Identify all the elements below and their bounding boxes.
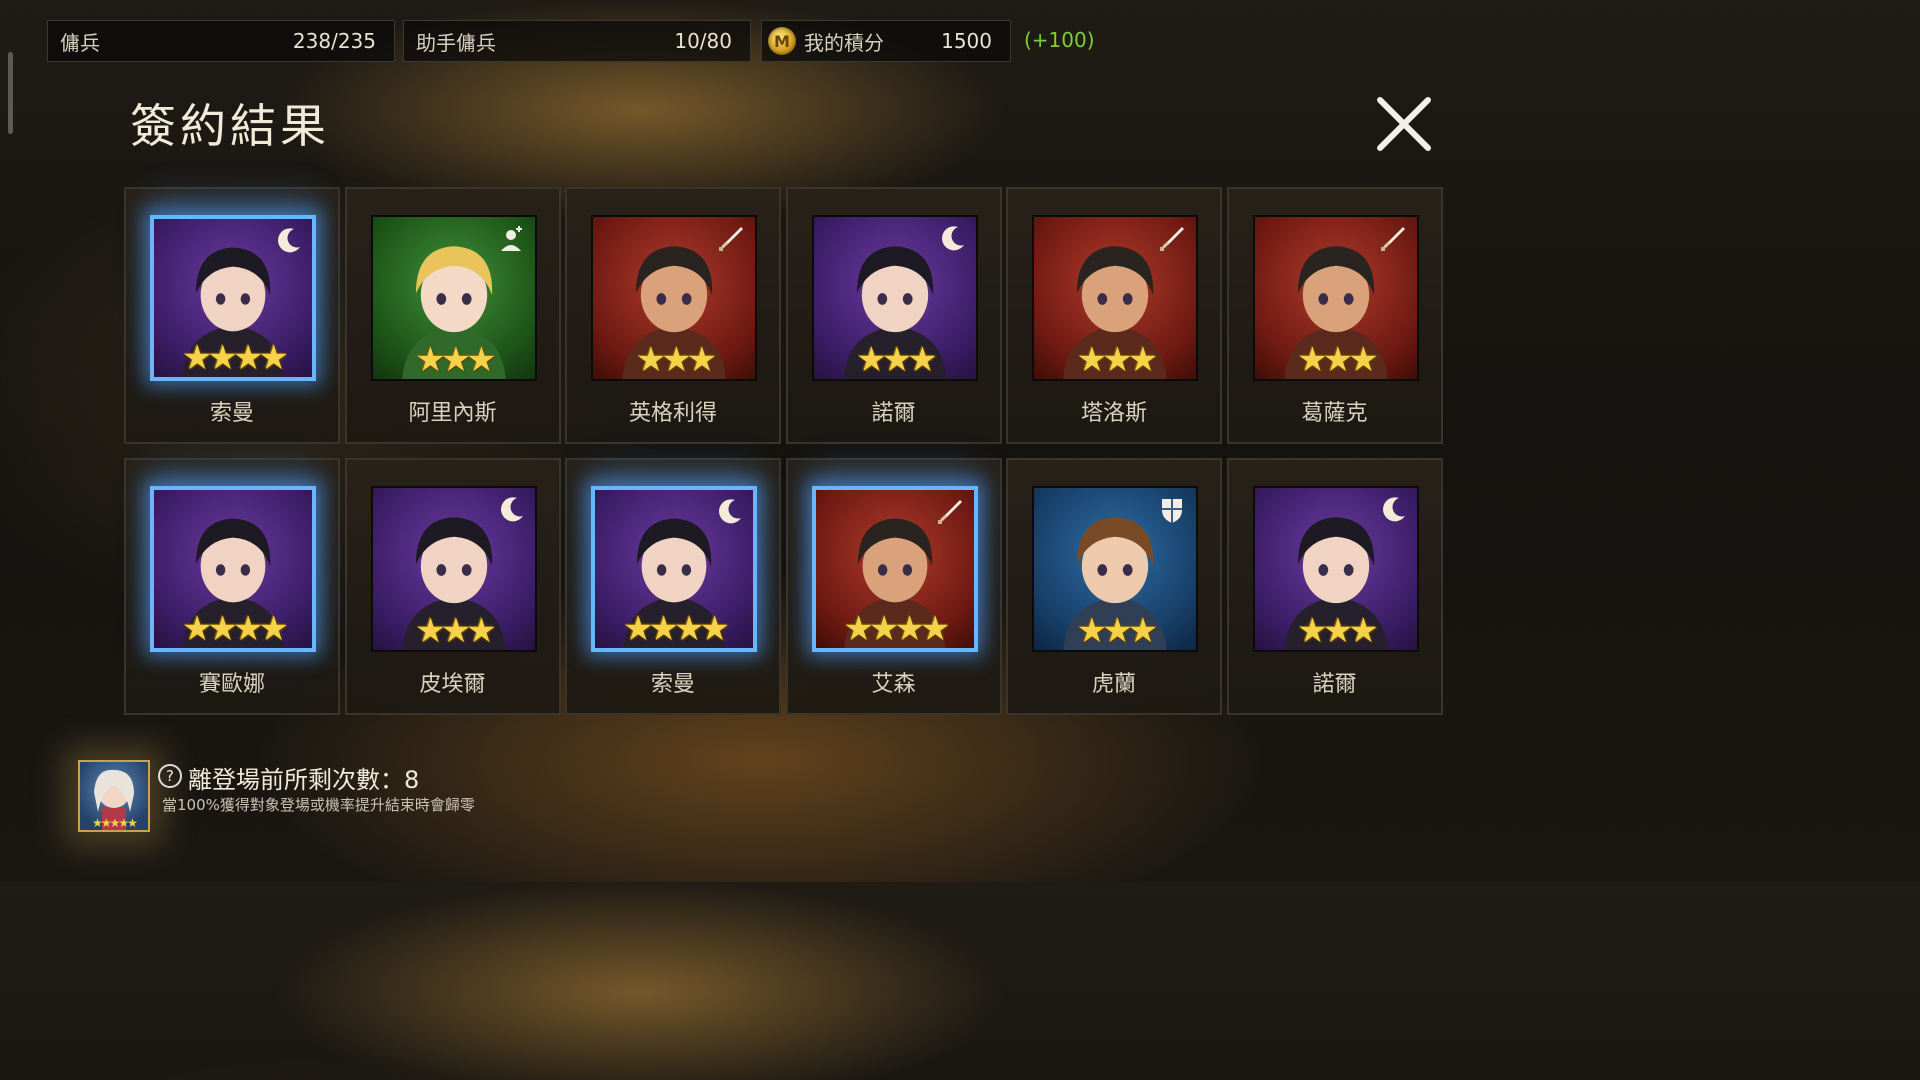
hero-name: 賽歐娜: [198, 672, 265, 697]
hero-portrait: ★★★: [1252, 215, 1419, 381]
mercenary-count-bar: 傭兵 238/235: [47, 20, 395, 62]
result-card[interactable]: ★★★ 英格利得: [565, 187, 781, 444]
healer-icon: [495, 223, 527, 255]
star-rating: ★★★★: [843, 609, 951, 649]
result-card[interactable]: ★★★★ 索曼: [124, 187, 340, 444]
result-card[interactable]: ★★★ 塔洛斯: [1006, 187, 1222, 444]
points-bar: M 我的積分 1500: [761, 20, 1011, 62]
hero-name: 艾森: [871, 672, 916, 697]
moon-icon: [495, 494, 527, 526]
hero-name: 虎蘭: [1091, 672, 1136, 697]
star-rating: ★★★: [1297, 340, 1378, 380]
hero-name: 諾爾: [871, 401, 916, 426]
assistant-value: 10/80: [674, 29, 732, 53]
left-scroll-indicator: [8, 52, 13, 134]
close-icon: [1377, 97, 1431, 151]
page-title: 簽約結果: [130, 99, 330, 153]
hero-name: 諾爾: [1312, 672, 1357, 697]
points-bonus: (+100): [1024, 28, 1095, 52]
close-button[interactable]: [1372, 92, 1436, 156]
sword-icon: [715, 223, 747, 255]
coin-icon: M: [768, 27, 796, 55]
featured-stars: ★★★★★: [92, 816, 138, 830]
hero-portrait: ★★★: [591, 215, 757, 381]
hero-name: 塔洛斯: [1080, 401, 1147, 426]
mercenary-value: 238/235: [292, 29, 376, 53]
hero-name: 葛薩克: [1301, 401, 1368, 426]
hero-name: 索曼: [650, 672, 695, 697]
result-card[interactable]: ★★★★ 賽歐娜: [124, 458, 340, 715]
help-icon[interactable]: ?: [158, 764, 182, 788]
star-rating: ★★★: [415, 340, 496, 380]
star-rating: ★★★: [1076, 340, 1158, 380]
moon-icon: [936, 223, 968, 255]
hero-portrait: ★★★★: [150, 215, 316, 381]
shield-icon: [1156, 494, 1188, 526]
mercenary-label: 傭兵: [60, 30, 100, 55]
sword-icon: [1156, 223, 1188, 255]
assistant-label: 助手傭兵: [416, 30, 496, 55]
star-rating: ★★★: [415, 611, 496, 651]
hero-portrait: ★★★: [1032, 215, 1198, 381]
pity-count: 離登場前所剩次數：8: [188, 766, 420, 794]
sword-icon: [934, 496, 966, 528]
hero-portrait: ★★★: [1032, 486, 1198, 652]
result-grid: ★★★★ 索曼 ★★★ 阿里內斯 ★★★ 英格利得 ★★★ 諾爾 ★★★ 塔洛斯 ★★★ 葛薩克 ★★★…: [124, 187, 1444, 717]
pity-note: 當100%獲得對象登場或機率提升結束時會歸零: [162, 796, 475, 814]
points-label: 我的積分: [804, 30, 884, 55]
star-rating: ★★★: [1076, 611, 1158, 651]
star-rating: ★★★★: [182, 609, 289, 649]
hero-name: 皮埃爾: [419, 672, 486, 697]
result-card[interactable]: ★★★ 諾爾: [785, 187, 1002, 444]
hero-name: 索曼: [209, 401, 254, 426]
result-card[interactable]: ★★★ 皮埃爾: [344, 458, 561, 715]
featured-hero-portrait[interactable]: ★★★★★: [78, 760, 150, 832]
hero-portrait: ★★★: [811, 215, 978, 381]
moon-icon: [713, 496, 745, 528]
hero-portrait: ★★★: [370, 215, 537, 381]
star-rating: ★★★: [1297, 611, 1378, 651]
result-card[interactable]: ★★★ 阿里內斯: [344, 187, 561, 444]
hero-name: 阿里內斯: [408, 401, 497, 426]
result-card[interactable]: ★★★ 諾爾: [1226, 458, 1443, 715]
moon-icon: [272, 225, 304, 257]
hero-portrait: ★★★: [370, 486, 537, 652]
hero-portrait: ★★★: [1252, 486, 1419, 652]
result-card[interactable]: ★★★ 虎蘭: [1006, 458, 1222, 715]
result-card[interactable]: ★★★★ 艾森: [785, 458, 1002, 715]
hero-portrait: ★★★★: [150, 486, 316, 652]
star-rating: ★★★: [856, 340, 937, 380]
hero-portrait: ★★★★: [811, 486, 978, 652]
hero-name: 英格利得: [628, 401, 717, 426]
result-card[interactable]: ★★★ 葛薩克: [1226, 187, 1443, 444]
star-rating: ★★★: [635, 340, 717, 380]
result-card[interactable]: ★★★★ 索曼: [565, 458, 781, 715]
star-rating: ★★★★: [623, 609, 730, 649]
moon-icon: [1377, 494, 1409, 526]
hero-portrait: ★★★★: [591, 486, 757, 652]
sword-icon: [1377, 223, 1409, 255]
points-value: 1500: [941, 29, 992, 53]
assistant-count-bar: 助手傭兵 10/80: [403, 20, 751, 62]
star-rating: ★★★★: [182, 338, 289, 378]
